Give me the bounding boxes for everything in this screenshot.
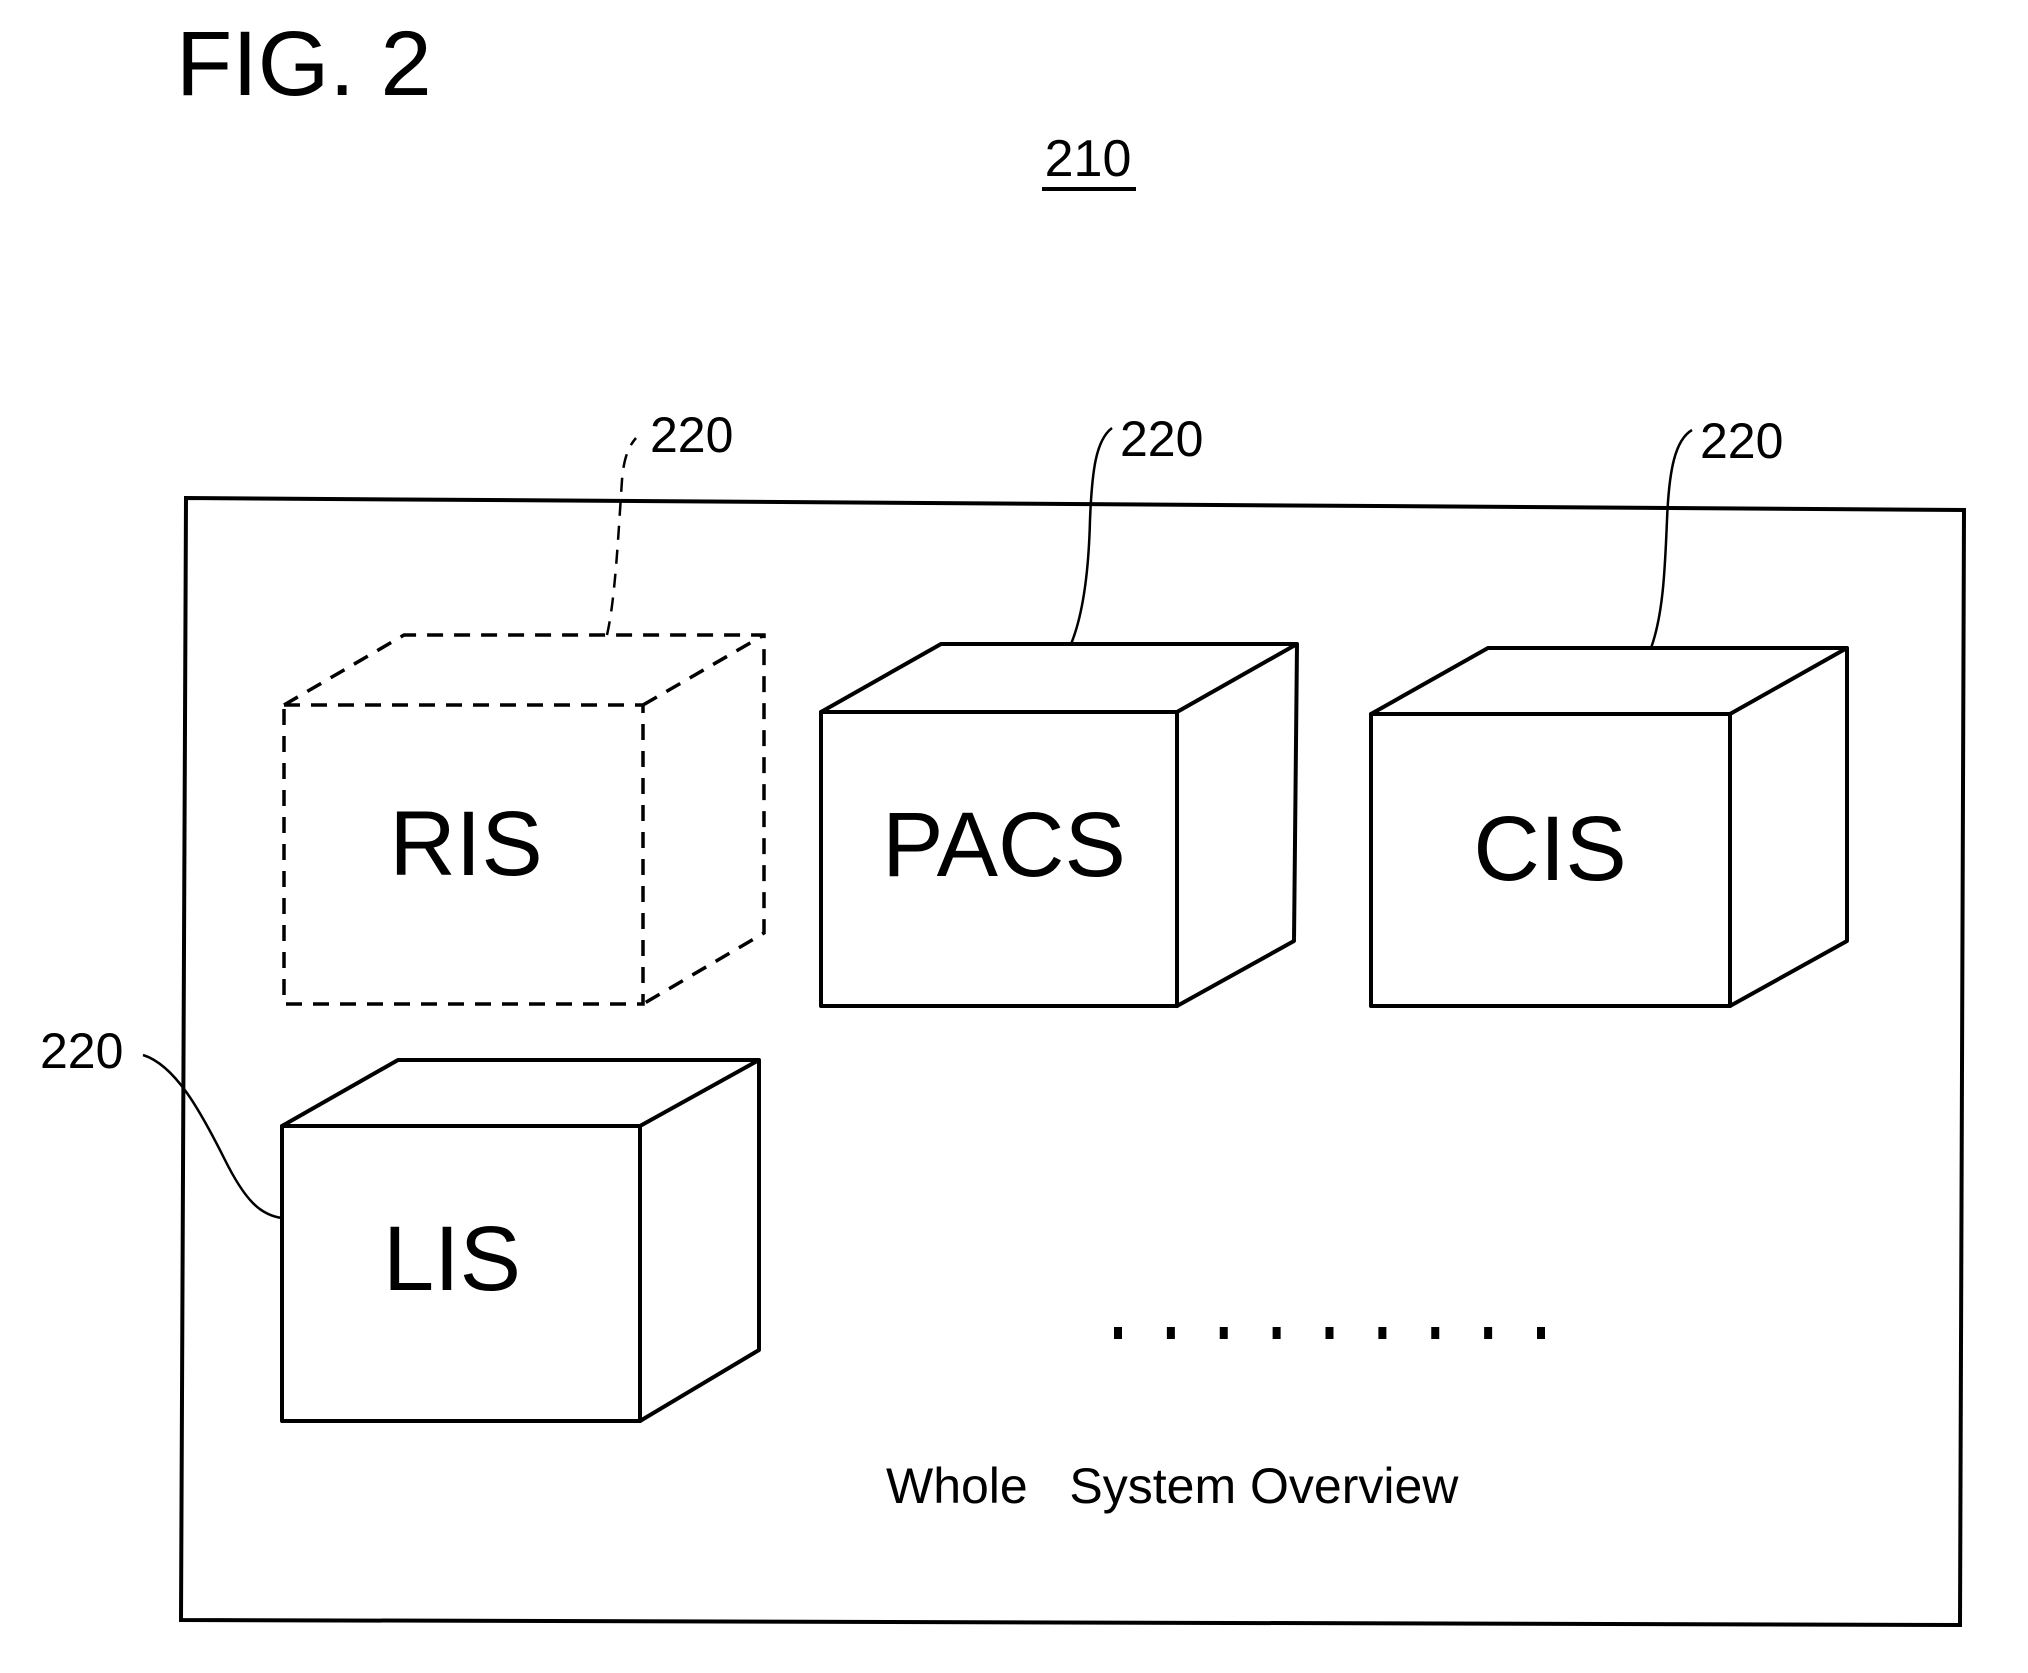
ellipsis-more-systems xyxy=(1114,1327,1545,1339)
pacs-leader-line xyxy=(1069,427,1113,645)
cis-reference-number: 220 xyxy=(1700,413,1783,469)
pacs-cube: PACS xyxy=(819,642,1299,1008)
figure-canvas: FIG. 2 210 RIS 220 PACS 220 CIS 220 LIS … xyxy=(40,13,1967,1628)
cis-label: CIS xyxy=(1473,798,1626,900)
pacs-label: PACS xyxy=(882,794,1126,896)
ellipsis-dot xyxy=(1114,1327,1122,1339)
cis-cube: CIS xyxy=(1369,646,1849,1008)
pacs-reference-number: 220 xyxy=(1120,411,1203,467)
figure-caption: Whole System Overview xyxy=(886,1458,1459,1514)
lis-leader-line xyxy=(142,1053,283,1220)
ellipsis-dot xyxy=(1272,1327,1281,1339)
ellipsis-dot xyxy=(1484,1327,1493,1339)
lis-reference-number: 220 xyxy=(40,1023,123,1079)
ellipsis-dot xyxy=(1325,1327,1334,1339)
ris-cube-top-right-edge xyxy=(642,633,765,707)
lis-cube: LIS xyxy=(280,1058,761,1423)
ris-label: RIS xyxy=(389,793,542,895)
system-reference-number: 210 xyxy=(1045,130,1132,188)
ellipsis-dot xyxy=(1378,1327,1387,1339)
ellipsis-dot xyxy=(1219,1327,1228,1339)
figure-title: FIG. 2 xyxy=(176,13,432,115)
ris-leader-line xyxy=(605,437,637,636)
ellipsis-dot xyxy=(1166,1327,1175,1339)
lis-label: LIS xyxy=(383,1208,521,1310)
ellipsis-dot xyxy=(1537,1327,1545,1339)
cis-leader-line xyxy=(1649,428,1693,649)
ris-cube: RIS xyxy=(282,633,766,1006)
ris-reference-number: 220 xyxy=(650,407,733,463)
ellipsis-dot xyxy=(1431,1327,1440,1339)
